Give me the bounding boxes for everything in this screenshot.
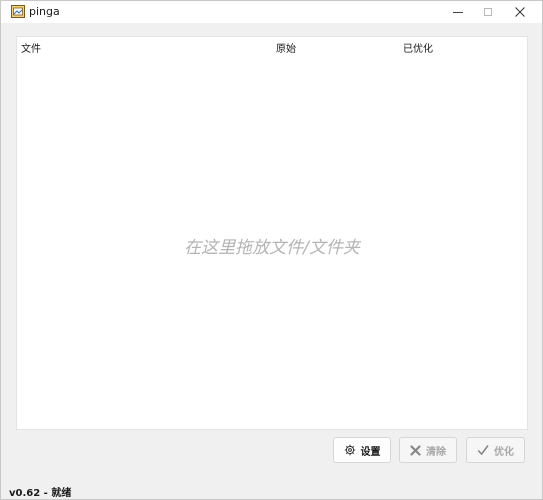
optimize-label: 优化	[494, 446, 514, 458]
minimize-button[interactable]	[441, 1, 475, 23]
minimize-icon	[453, 11, 463, 13]
status-bar: v0.62 - 就绪	[1, 481, 542, 499]
clear-label: 清除	[426, 446, 446, 458]
status-separator: -	[40, 488, 52, 499]
app-window: pinga 文件 原始 已优化 在这里拖放文件/文件夹 设置 清除 优化 v0.…	[0, 0, 543, 500]
app-icon	[11, 5, 25, 18]
maximize-icon	[484, 8, 492, 16]
main-content: 文件 原始 已优化 在这里拖放文件/文件夹 设置 清除 优化 v0.62 - 就…	[1, 23, 542, 499]
file-drop-list[interactable]: 文件 原始 已优化 在这里拖放文件/文件夹	[16, 36, 528, 430]
x-icon	[410, 444, 421, 456]
maximize-button[interactable]	[471, 1, 505, 23]
settings-label: 设置	[360, 446, 381, 458]
status-text: v0.62 - 就绪	[9, 484, 71, 499]
column-header-original[interactable]: 原始	[276, 40, 296, 55]
version-label: v0.62	[9, 488, 41, 499]
title-bar[interactable]: pinga	[1, 1, 542, 23]
clear-button[interactable]: 清除	[399, 437, 457, 463]
checkmark-icon	[477, 445, 489, 456]
status-state: 就绪	[51, 488, 72, 499]
close-icon	[515, 7, 525, 17]
column-header-optimized[interactable]: 已优化	[403, 40, 433, 55]
close-button[interactable]	[503, 1, 537, 23]
settings-button[interactable]: 设置	[333, 437, 391, 463]
column-header-file[interactable]: 文件	[21, 40, 41, 55]
gear-icon	[344, 444, 355, 456]
window-title: pinga	[29, 5, 60, 18]
optimize-button[interactable]: 优化	[466, 437, 525, 463]
drop-hint: 在这里拖放文件/文件夹	[184, 238, 360, 258]
